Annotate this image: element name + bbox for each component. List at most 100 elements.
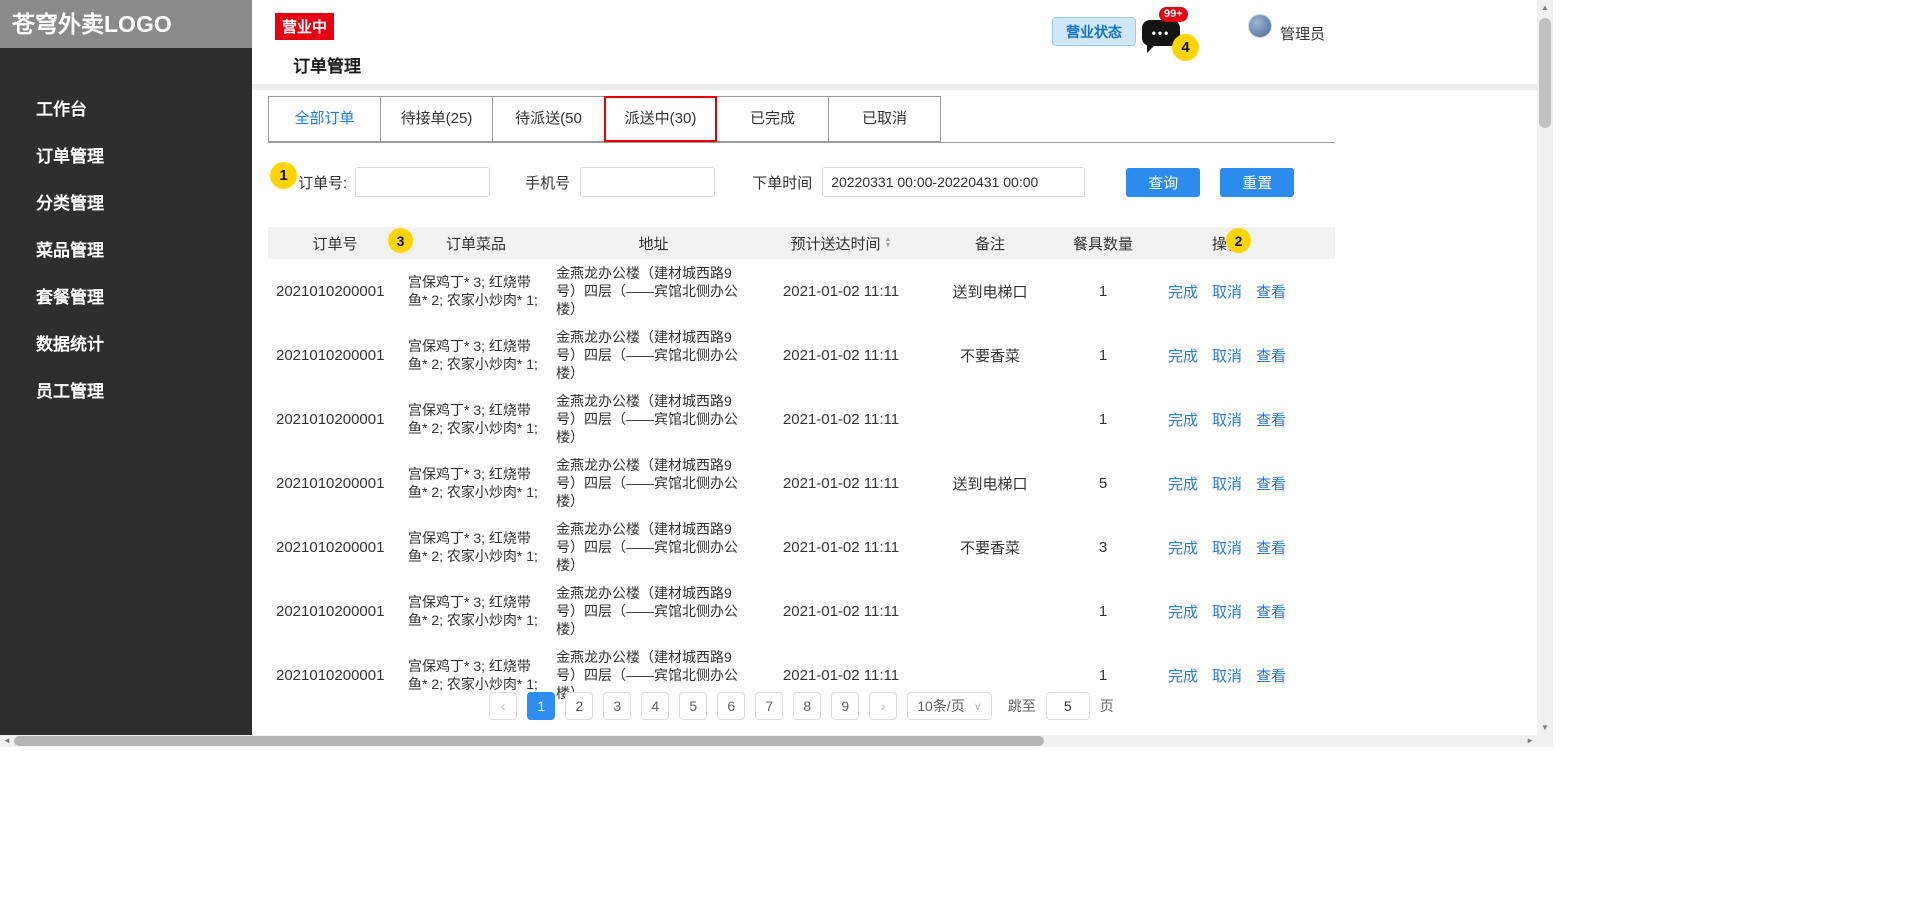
reset-button[interactable]: 重置 (1220, 168, 1294, 197)
cell-actions: 完成 取消 查看 (1151, 409, 1303, 430)
scroll-right-icon[interactable]: ► (1526, 736, 1534, 745)
sidebar-item-order-management[interactable]: 订单管理 (0, 133, 252, 180)
cell-actions: 完成 取消 查看 (1151, 665, 1303, 686)
view-link[interactable]: 查看 (1256, 409, 1286, 430)
page-button-6[interactable]: 6 (717, 692, 745, 720)
table-row: 2021010200001 宫保鸡丁* 3; 红烧带鱼* 2; 农家小炒肉* 1… (268, 451, 1335, 515)
cancel-link[interactable]: 取消 (1212, 473, 1242, 494)
vertical-scrollbar[interactable]: ▲ ▼ (1537, 0, 1553, 735)
jump-page-input[interactable] (1046, 692, 1090, 720)
view-link[interactable]: 查看 (1256, 281, 1286, 302)
cell-order-no: 2021010200001 (268, 539, 402, 556)
annotation-3: 3 (388, 228, 413, 253)
tab-cancelled[interactable]: 已取消 (828, 96, 941, 142)
scroll-left-icon[interactable]: ◄ (3, 736, 11, 745)
filter-bar: 订单号: 手机号 下单时间 查询 重置 (268, 156, 1335, 208)
view-link[interactable]: 查看 (1256, 345, 1286, 366)
vertical-scrollbar-thumb[interactable] (1539, 18, 1551, 128)
tab-pending-accept[interactable]: 待接单(25) (380, 96, 493, 142)
cell-actions: 完成 取消 查看 (1151, 601, 1303, 622)
notification-count-badge: 99+ (1159, 7, 1188, 22)
cell-address: 金燕龙办公楼（建材城西路9号）四层（——宾馆北侧办公楼） (550, 264, 757, 318)
phone-input[interactable] (580, 167, 715, 197)
cancel-link[interactable]: 取消 (1212, 601, 1242, 622)
complete-link[interactable]: 完成 (1168, 537, 1198, 558)
sidebar-item-employee-management[interactable]: 员工管理 (0, 368, 252, 415)
page-button-4[interactable]: 4 (641, 692, 669, 720)
page-button-7[interactable]: 7 (755, 692, 783, 720)
complete-link[interactable]: 完成 (1168, 281, 1198, 302)
horizontal-scrollbar-thumb[interactable] (14, 736, 1044, 746)
sidebar-item-category-management[interactable]: 分类管理 (0, 180, 252, 227)
annotation-1: 1 (270, 162, 297, 189)
cell-delivery-time: 2021-01-02 11:11 (757, 603, 925, 620)
complete-link[interactable]: 完成 (1168, 345, 1198, 366)
cell-dishes: 宫保鸡丁* 3; 红烧带鱼* 2; 农家小炒肉* 1; (402, 529, 550, 565)
cell-order-no: 2021010200001 (268, 347, 402, 364)
avatar[interactable] (1248, 14, 1272, 38)
cell-dishes: 宫保鸡丁* 3; 红烧带鱼* 2; 农家小炒肉* 1; (402, 273, 550, 309)
cancel-link[interactable]: 取消 (1212, 537, 1242, 558)
view-link[interactable]: 查看 (1256, 601, 1286, 622)
table-row: 2021010200001 宫保鸡丁* 3; 红烧带鱼* 2; 农家小炒肉* 1… (268, 579, 1335, 643)
order-management-panel: 全部订单 待接单(25) 待派送(50 派送中(30) 已完成 已取消 订单号:… (268, 90, 1335, 728)
cell-tableware-qty: 1 (1055, 667, 1151, 684)
complete-link[interactable]: 完成 (1168, 665, 1198, 686)
scroll-down-icon[interactable]: ▼ (1537, 723, 1553, 732)
tab-all-orders[interactable]: 全部订单 (268, 96, 381, 142)
order-time-label: 下单时间 (752, 172, 812, 193)
sidebar-item-statistics[interactable]: 数据统计 (0, 321, 252, 368)
next-page-button[interactable]: › (869, 692, 897, 720)
sidebar-item-dish-management[interactable]: 菜品管理 (0, 227, 252, 274)
complete-link[interactable]: 完成 (1168, 473, 1198, 494)
sidebar-item-workbench[interactable]: 工作台 (0, 86, 252, 133)
business-open-badge: 营业中 (275, 13, 334, 40)
page-button-3[interactable]: 3 (603, 692, 631, 720)
cancel-link[interactable]: 取消 (1212, 409, 1242, 430)
prev-page-button[interactable]: ‹ (489, 692, 517, 720)
table-header: 订单号 订单菜品 地址 预计送达时间 ▲▼ 备注 餐具数量 操作 (268, 227, 1335, 259)
page-button-9[interactable]: 9 (831, 692, 859, 720)
order-time-input[interactable] (822, 167, 1085, 197)
sort-desc-icon[interactable]: ▼ (885, 243, 892, 249)
view-link[interactable]: 查看 (1256, 665, 1286, 686)
table-body: 2021010200001 宫保鸡丁* 3; 红烧带鱼* 2; 农家小炒肉* 1… (268, 259, 1335, 707)
table-row: 2021010200001 宫保鸡丁* 3; 红烧带鱼* 2; 农家小炒肉* 1… (268, 387, 1335, 451)
complete-link[interactable]: 完成 (1168, 409, 1198, 430)
order-no-input[interactable] (355, 167, 490, 197)
notification-icon[interactable]: ••• 99+ 4 (1142, 20, 1180, 47)
page-button-5[interactable]: 5 (679, 692, 707, 720)
page-button-2[interactable]: 2 (565, 692, 593, 720)
jump-to-label: 跳至 (1008, 696, 1036, 716)
cancel-link[interactable]: 取消 (1212, 345, 1242, 366)
tab-delivering[interactable]: 派送中(30) (604, 96, 717, 142)
business-status-button[interactable]: 营业状态 (1052, 17, 1136, 46)
sidebar-item-combo-management[interactable]: 套餐管理 (0, 274, 252, 321)
page-button-8[interactable]: 8 (793, 692, 821, 720)
page-size-select[interactable]: 10条/页 ∨ (907, 692, 992, 720)
page-button-1[interactable]: 1 (527, 692, 555, 720)
page-size-value: 10条/页 (917, 696, 964, 716)
cell-dishes: 宫保鸡丁* 3; 红烧带鱼* 2; 农家小炒肉* 1; (402, 465, 550, 501)
tab-completed[interactable]: 已完成 (716, 96, 829, 142)
annotation-4: 4 (1172, 34, 1199, 61)
cell-remark: 送到电梯口 (925, 281, 1055, 302)
cell-remark: 不要香菜 (925, 537, 1055, 558)
column-header-tableware-qty: 餐具数量 (1055, 233, 1151, 254)
view-link[interactable]: 查看 (1256, 473, 1286, 494)
tab-pending-dispatch[interactable]: 待派送(50 (492, 96, 605, 142)
sidebar-menu: 工作台 订单管理 分类管理 菜品管理 套餐管理 数据统计 员工管理 (0, 48, 252, 415)
column-header-delivery-time[interactable]: 预计送达时间 ▲▼ (757, 233, 925, 254)
cell-delivery-time: 2021-01-02 11:11 (757, 475, 925, 492)
cancel-link[interactable]: 取消 (1212, 665, 1242, 686)
scroll-up-icon[interactable]: ▲ (1537, 3, 1553, 12)
cell-actions: 完成 取消 查看 (1151, 473, 1303, 494)
complete-link[interactable]: 完成 (1168, 601, 1198, 622)
cell-address: 金燕龙办公楼（建材城西路9号）四层（——宾馆北侧办公楼） (550, 584, 757, 638)
search-button[interactable]: 查询 (1126, 168, 1200, 197)
sort-icon[interactable]: ▲▼ (885, 237, 892, 249)
cancel-link[interactable]: 取消 (1212, 281, 1242, 302)
view-link[interactable]: 查看 (1256, 537, 1286, 558)
horizontal-scrollbar[interactable]: ◄ ► (0, 735, 1537, 747)
cell-order-no: 2021010200001 (268, 475, 402, 492)
